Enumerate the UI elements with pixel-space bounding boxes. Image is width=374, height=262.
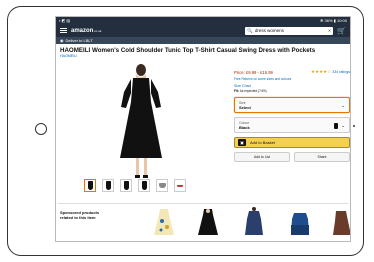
rating-stars-icon[interactable]: ★★★★☆	[311, 69, 331, 74]
search-input[interactable]: 🔍 dress womens ✕	[245, 26, 334, 35]
deliver-bar[interactable]: ◉ Deliver to LBLT	[56, 37, 350, 44]
free-returns-link[interactable]: Free Returns on some sizes and colours	[234, 77, 350, 81]
size-chart-link[interactable]: Size Chart	[234, 84, 350, 88]
buy-box: Price: £9.99 - £15.99 ★★★★☆ 334 ratings …	[234, 69, 350, 162]
colour-swatch	[334, 123, 338, 129]
secondary-buttons: Add to List Share	[234, 152, 350, 162]
price-row: Price: £9.99 - £15.99 ★★★★☆ 334 ratings	[234, 69, 350, 75]
sponsored-product-image[interactable]	[152, 207, 176, 237]
search-icon: 🔍	[247, 27, 253, 33]
deliver-label: Deliver to LBLT	[65, 38, 93, 43]
fit-info: Fit: As expected (74%)	[234, 89, 350, 93]
ratings-link[interactable]: 334 ratings	[332, 70, 350, 74]
app-screen: ▪ ◩ ▤ ✻ 36% ▮ 10:00 amazon.co.uk 🔍 dress…	[55, 16, 351, 242]
price-text: Price: £9.99 - £15.99	[234, 69, 273, 75]
thumbnail[interactable]	[174, 179, 186, 192]
cart-icon[interactable]: 🛒	[337, 27, 346, 35]
add-to-basket-button[interactable]: ▣ Add to Basket	[234, 137, 350, 148]
sponsored-product-image[interactable]	[332, 207, 351, 237]
sponsored-product-image[interactable]	[288, 207, 312, 237]
logo-suffix: .co.uk	[93, 28, 102, 33]
fit-label: Fit:	[234, 89, 239, 93]
logo-text: amazon	[71, 27, 94, 34]
size-value: Select	[239, 104, 251, 110]
search-value: dress womens	[254, 28, 284, 33]
thumbnail[interactable]	[156, 179, 168, 192]
chevron-down-icon: ⌄	[341, 123, 345, 128]
divider	[58, 203, 348, 204]
thumbnail[interactable]	[84, 179, 96, 192]
add-to-basket-label: Add to Basket	[250, 140, 275, 145]
basket-icon: ▣	[238, 139, 246, 146]
thumbnail[interactable]	[120, 179, 132, 192]
fit-value: As expected (74%)	[239, 89, 267, 93]
home-button[interactable]	[35, 123, 47, 135]
sponsored-product-image[interactable]	[196, 207, 220, 237]
size-dropdown[interactable]: Size Select ⌄	[234, 97, 350, 113]
sponsored-heading: Sponsored products related to this item	[60, 210, 100, 220]
product-title: HAOMEILI Women's Cold Shoulder Tunic Top…	[60, 47, 316, 54]
status-bar: ▪ ◩ ▤ ✻ 36% ▮ 10:00	[56, 17, 350, 24]
location-pin-icon: ◉	[60, 38, 64, 43]
chevron-down-icon: ⌄	[341, 103, 345, 108]
brand-link[interactable]: HAOMEILI	[56, 54, 350, 58]
thumbnail[interactable]	[102, 179, 114, 192]
product-main-image[interactable]	[106, 62, 176, 182]
thumbnail-strip	[84, 179, 186, 192]
sponsored-product-image[interactable]	[242, 207, 266, 237]
status-left-icons: ▪ ◩ ▤	[59, 18, 71, 23]
share-button[interactable]: Share	[294, 152, 350, 162]
add-to-list-button[interactable]: Add to List	[234, 152, 290, 162]
status-right: ✻ 36% ▮ 10:00	[320, 18, 347, 23]
camera-dot	[353, 125, 355, 127]
thumbnail[interactable]	[138, 179, 150, 192]
hamburger-menu-icon[interactable]	[60, 28, 67, 33]
top-header: amazon.co.uk 🔍 dress womens ✕ 🛒	[56, 24, 350, 37]
clear-search-icon[interactable]: ✕	[328, 28, 331, 33]
colour-value: Black	[239, 124, 250, 130]
amazon-logo[interactable]: amazon.co.uk	[71, 28, 101, 34]
colour-dropdown[interactable]: Colour Black ⌄	[234, 117, 350, 133]
